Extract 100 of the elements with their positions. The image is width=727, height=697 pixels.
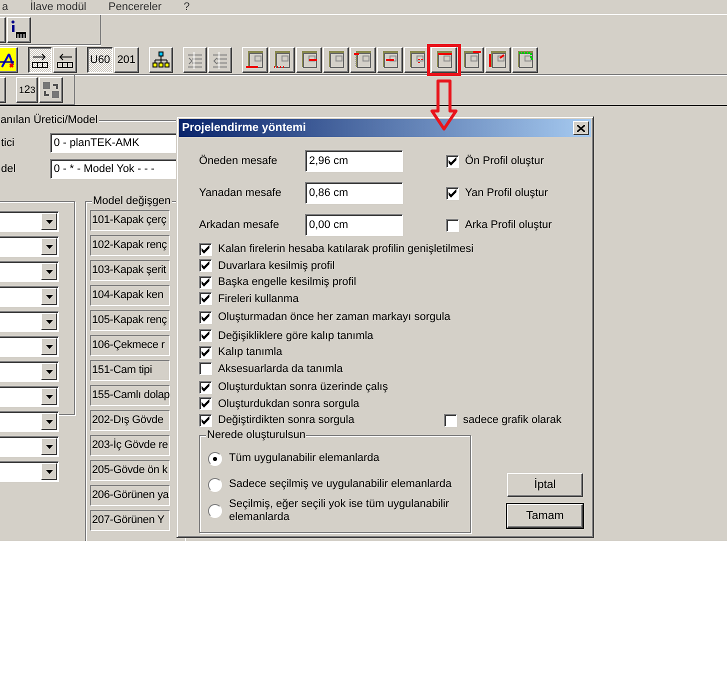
- dropdown-button[interactable]: [41, 238, 57, 255]
- field-label: tici: [1, 137, 16, 149]
- checkbox[interactable]: [199, 397, 212, 410]
- checkbox[interactable]: [199, 292, 212, 306]
- dropdown[interactable]: [0, 461, 59, 482]
- dropdown[interactable]: [0, 336, 59, 357]
- caret-icon: [46, 244, 52, 248]
- checkbox[interactable]: [199, 346, 212, 359]
- checkbox[interactable]: [199, 259, 212, 272]
- checkbox[interactable]: [199, 329, 212, 342]
- variable-label: 105-Kapak renç: [90, 310, 170, 331]
- group-title: Model değişgen: [92, 195, 172, 208]
- dropdown-button[interactable]: [41, 213, 57, 230]
- text-field[interactable]: 0,86 cm: [305, 182, 403, 204]
- dropdown-button[interactable]: [41, 438, 57, 455]
- checkbox[interactable]: [199, 380, 212, 394]
- radio-label: Sadece seçilmiş ve uygulanabilir elemanlarda: [229, 478, 453, 491]
- checkbox[interactable]: [446, 154, 459, 168]
- field-label: del: [1, 163, 17, 175]
- menu-item[interactable]: İlave modül: [30, 0, 86, 14]
- variable-label: 104-Kapak ken: [90, 285, 170, 306]
- checkbox-label: Oluşturmadan önce her zaman markayı sorgula: [218, 311, 450, 324]
- checkbox[interactable]: [199, 276, 212, 289]
- dialog-button[interactable]: Tamam: [507, 504, 583, 528]
- close-button[interactable]: [573, 121, 589, 135]
- toolbar-button[interactable]: [28, 46, 52, 72]
- caret-icon: [46, 370, 52, 374]
- checkbox-label: Değiştirdikten sonra sorgula: [218, 414, 354, 426]
- toolbar-button[interactable]: 201: [114, 46, 139, 72]
- variable-label: 203-İç Gövde re: [90, 435, 170, 456]
- insert-left-icon: [56, 50, 74, 68]
- caret-icon: [46, 294, 52, 298]
- tree-icon: [152, 50, 170, 68]
- cabinet-icon: [244, 50, 265, 69]
- toolbar-button[interactable]: U60: [87, 46, 114, 72]
- dropdown[interactable]: [0, 411, 59, 432]
- dropdown[interactable]: [0, 386, 59, 407]
- checkbox-label: Değişikliklere göre kalıp tanımla: [218, 330, 374, 342]
- dialog-title: Projelendirme yöntemi: [182, 122, 306, 134]
- checkbox-label: Duvarlara kesilmiş profil: [218, 260, 335, 272]
- caret-icon: [46, 270, 52, 274]
- variable-label: 101-Kapak çerç: [90, 210, 170, 231]
- menu-item[interactable]: a: [2, 0, 8, 14]
- dropdown[interactable]: [0, 236, 59, 257]
- variable-label: 206-Görünen ya: [90, 485, 170, 506]
- compass-icon: [0, 50, 15, 68]
- radio-button[interactable]: [208, 504, 222, 518]
- caret-icon: [46, 420, 52, 424]
- checkbox[interactable]: [446, 218, 459, 232]
- dropdown-button[interactable]: [41, 338, 57, 355]
- text-field[interactable]: 0,00 cm: [305, 214, 403, 236]
- caret-icon: [46, 470, 52, 474]
- checkbox[interactable]: [199, 310, 212, 324]
- menu-item[interactable]: Pencereler: [108, 0, 162, 14]
- dropdown-button[interactable]: [41, 313, 57, 330]
- close-icon: [577, 124, 585, 132]
- caret-icon: [46, 320, 52, 324]
- cabinet-icon: [352, 50, 373, 69]
- radio-button[interactable]: [208, 452, 222, 466]
- variable-label: 202-Dış Gövde: [90, 410, 170, 431]
- checkbox[interactable]: [199, 242, 212, 256]
- caret-icon: [46, 444, 52, 448]
- text-field[interactable]: 2,96 cm: [305, 150, 403, 172]
- variable-label: 205-Gövde ön k: [90, 460, 170, 481]
- field-label: Arkadan mesafe: [199, 219, 280, 231]
- dropdown-button[interactable]: [41, 388, 57, 405]
- dropdown[interactable]: [0, 311, 59, 332]
- dialog-button[interactable]: İptal: [507, 473, 583, 497]
- swap-icon: [42, 80, 60, 98]
- field-label: Yanadan mesafe: [199, 187, 282, 199]
- checkbox[interactable]: [199, 414, 212, 427]
- text-field[interactable]: 0 - planTEK-AMK: [50, 133, 179, 153]
- dropdown[interactable]: [0, 436, 59, 457]
- caret-icon: [46, 220, 52, 224]
- dropdown-button[interactable]: [41, 363, 57, 380]
- checkbox[interactable]: [444, 414, 457, 427]
- caret-icon: [46, 344, 52, 348]
- checkbox[interactable]: [199, 362, 212, 376]
- cabinet-icon: [488, 50, 508, 69]
- dropdown[interactable]: [0, 361, 59, 382]
- group-title: Nerede oluşturulsun: [206, 428, 306, 442]
- checkbox[interactable]: [446, 186, 459, 200]
- checkbox-label: Arka Profil oluştur: [465, 219, 552, 231]
- checkbox-label: Kalan firelerin hesaba katılarak profilin genişletilmesi: [218, 243, 474, 256]
- radio-button[interactable]: [208, 478, 222, 492]
- radio-label: Tüm uygulanabilir elemanlarda: [229, 452, 380, 465]
- dropdown-button[interactable]: [41, 413, 57, 430]
- dropdown-button[interactable]: [41, 463, 57, 480]
- menu-item[interactable]: ?: [184, 0, 190, 14]
- dropdown-button[interactable]: [41, 263, 57, 280]
- checkbox-label: Başka engelle kesilmiş profil: [218, 276, 356, 288]
- dropdown-button[interactable]: [41, 288, 57, 305]
- dropdown[interactable]: [0, 261, 59, 282]
- checkbox-label: Oluşturdukdan sonra sorgula: [218, 398, 360, 410]
- dropdown[interactable]: [0, 286, 59, 307]
- caret-icon: [46, 394, 52, 398]
- variable-label: 106-Çekmece r: [90, 335, 170, 356]
- dropdown[interactable]: [0, 211, 59, 232]
- text-field[interactable]: 0 - * - Model Yok - - -: [50, 159, 179, 179]
- variable-label: 151-Cam tipi: [90, 360, 170, 381]
